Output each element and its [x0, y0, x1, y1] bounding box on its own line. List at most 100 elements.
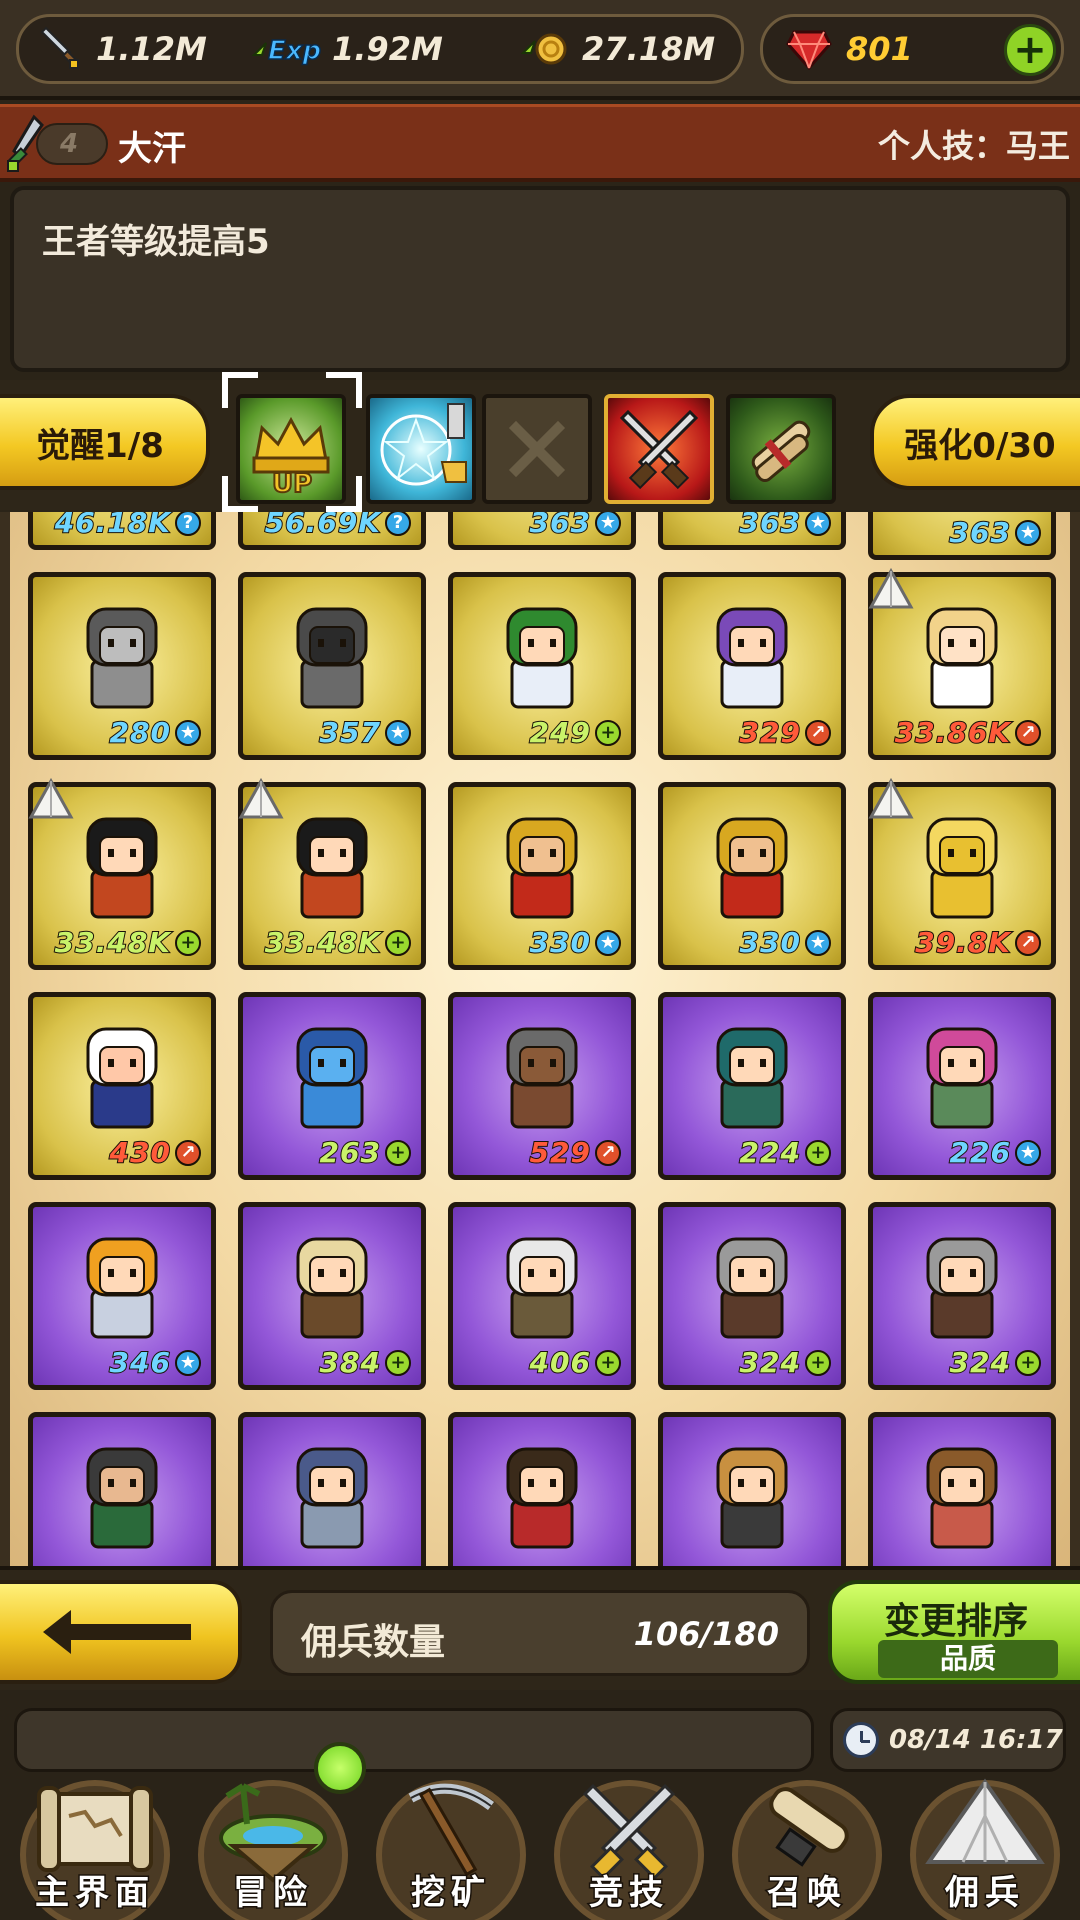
rank-icon: ★ — [1015, 519, 1041, 546]
star-rank-icon: ★ — [385, 719, 411, 746]
mercenary-card-red-armor-warrior[interactable]: 330 ★ — [658, 782, 846, 970]
card-value: 33.48K — [54, 925, 171, 960]
nav-arena[interactable]: 竞技 — [540, 1780, 718, 1920]
mercenary-count-box: 佣兵数量 106/180 — [270, 1590, 810, 1676]
mercenary-card[interactable]: 363 ★ — [448, 512, 636, 550]
bearded-general-icon — [86, 1447, 158, 1549]
scroll-bundle-icon[interactable] — [726, 394, 836, 504]
star-rank-icon: ★ — [1015, 1139, 1041, 1166]
mercenary-card-red-armor-warrior[interactable]: 330 ★ — [448, 782, 636, 970]
mercenary-card-red-robe-princess[interactable] — [448, 1412, 636, 1566]
card-badge: 324 + — [739, 1345, 831, 1380]
message-box — [14, 1708, 814, 1772]
sword-icon — [34, 24, 84, 74]
nav-mercenary[interactable]: 佣兵 — [896, 1778, 1074, 1920]
mercenary-count-label: 佣兵数量 — [301, 1622, 446, 1663]
mercenary-card-black-hair-soldier[interactable]: 33.48K + — [238, 777, 426, 970]
mercenary-card-hooded-figure[interactable]: 357 ★ — [238, 572, 426, 760]
black-hair-soldier-icon — [86, 817, 158, 919]
mercenary-card[interactable]: 46.18K? — [28, 512, 216, 550]
card-badge: 363 ★ — [529, 512, 621, 540]
mercenary-card-horse-rider-grey[interactable]: 324 + — [868, 1202, 1056, 1390]
mercenary-card-horse-rider-grey[interactable]: 324 + — [658, 1202, 846, 1390]
card-badge: 384 + — [319, 1345, 411, 1380]
mercenary-card-dark-skin-warrior[interactable]: 529 ↗ — [448, 992, 636, 1180]
back-button[interactable] — [0, 1580, 242, 1684]
card-badge: 33.48K + — [54, 925, 201, 960]
card-value: 263 — [319, 1135, 381, 1170]
crossed-swords-icon[interactable] — [604, 394, 714, 504]
mercenary-screen: 1.12M Exp 1.92M 27.18M 801 + 4 大汗 个人技：马王… — [0, 0, 1080, 1920]
card-badge: 357 ★ — [319, 715, 411, 750]
mercenary-card-goggles-engineer[interactable] — [868, 1412, 1056, 1566]
card-badge: 529 ↗ — [529, 1135, 621, 1170]
plus-rank-icon: + — [175, 929, 201, 956]
card-badge: 363 ★ — [949, 515, 1041, 550]
mercenary-card-bearded-general[interactable] — [28, 1412, 216, 1566]
svg-text:UP: UP — [272, 469, 312, 499]
nav-main[interactable]: 主界面 — [6, 1780, 184, 1920]
hero-name-bar: 4 大汗 个人技：马王 — [0, 104, 1080, 182]
enhance-button[interactable]: 强化0/30 — [870, 394, 1080, 490]
card-value: 346 — [109, 1345, 171, 1380]
red-robe-princess-icon — [506, 1447, 578, 1549]
mercenary-card[interactable]: 363 ★ — [658, 512, 846, 550]
gold-resource: 27.18M — [520, 14, 715, 84]
svg-text:Exp: Exp — [268, 36, 321, 66]
mercenary-card-blonde-girl[interactable]: 33.86K ↗ — [868, 567, 1056, 760]
sort-button[interactable]: 变更排序 品质 — [828, 1580, 1080, 1684]
mercenary-card[interactable]: 56.69K? — [238, 512, 426, 550]
mercenary-card-black-hair-soldier[interactable]: 33.48K + — [28, 777, 216, 970]
mercenary-card-blue-dragon[interactable]: 263 + — [238, 992, 426, 1180]
card-badge: 226 ★ — [949, 1135, 1041, 1170]
hero-name: 大汗 — [118, 129, 186, 169]
card-value: 324 — [949, 1345, 1011, 1380]
blonde-girl-icon — [926, 607, 998, 709]
crown-up-icon[interactable]: UP — [236, 394, 346, 504]
tent-marker-icon — [238, 777, 284, 819]
card-value: 46.18K — [54, 512, 171, 540]
nav-summon[interactable]: 召唤 — [718, 1780, 896, 1920]
mercenary-card-orange-hair-knight[interactable]: 346 ★ — [28, 1202, 216, 1390]
rank-icon: ? — [385, 512, 411, 536]
mercenary-card-horse-rider-white[interactable]: 406 + — [448, 1202, 636, 1390]
mercenary-card-purple-hair-girl[interactable]: 329 ↗ — [658, 572, 846, 760]
card-value: 430 — [109, 1135, 171, 1170]
mercenary-card-golden-star[interactable]: 39.8K ↗ — [868, 777, 1056, 970]
plus-rank-icon: + — [595, 1349, 621, 1376]
nav-mining-label: 挖矿 — [410, 1872, 491, 1915]
mercenary-card-armored-knight[interactable]: 280 ★ — [28, 572, 216, 760]
blue-dragon-icon — [296, 1027, 368, 1129]
mercenary-card-horse-rider-blonde[interactable]: 384 + — [238, 1202, 426, 1390]
add-gems-button[interactable]: + — [1004, 24, 1056, 76]
plus-rank-icon: + — [805, 1139, 831, 1166]
card-badge: 56.69K? — [264, 512, 411, 540]
card-value: 324 — [739, 1345, 801, 1380]
mercenary-card-blue-hair-knight[interactable] — [238, 1412, 426, 1566]
card-badge: 330 ★ — [739, 925, 831, 960]
mercenary-count-value: 106/180 — [633, 1615, 779, 1653]
empty-slot-icon[interactable] — [482, 394, 592, 504]
nav-mining[interactable]: 挖矿 — [362, 1780, 540, 1920]
awaken-button[interactable]: 觉醒1/8 — [0, 394, 210, 490]
mercenary-card-maid-girl[interactable]: 430 ↗ — [28, 992, 216, 1180]
card-value: 363 — [529, 512, 591, 540]
star-rank-icon: ★ — [595, 929, 621, 956]
mercenary-card-pink-hair-girl[interactable]: 226 ★ — [868, 992, 1056, 1180]
green-hair-girl-icon — [506, 607, 578, 709]
plus-rank-icon: + — [385, 1139, 411, 1166]
star-rank-icon: ★ — [175, 1349, 201, 1376]
nav-adventure[interactable]: 冒险 — [184, 1780, 362, 1920]
winged-warrior-icon — [716, 1447, 788, 1549]
horse-rider-grey-icon — [926, 1237, 998, 1339]
card-badge: 324 + — [949, 1345, 1041, 1380]
card-badge: 330 ★ — [529, 925, 621, 960]
mercenary-card-winged-warrior[interactable] — [658, 1412, 846, 1566]
mercenary-card-teal-hair-man[interactable]: 224 + — [658, 992, 846, 1180]
mercenary-card-green-hair-girl[interactable]: 249 + — [448, 572, 636, 760]
mercenary-card[interactable]: 363 ★ — [868, 512, 1056, 560]
card-value: 363 — [739, 512, 801, 540]
nav-mercenary-label: 佣兵 — [944, 1872, 1025, 1915]
purple-hair-girl-icon — [716, 607, 788, 709]
magic-circle-handshake-icon[interactable] — [366, 394, 476, 504]
